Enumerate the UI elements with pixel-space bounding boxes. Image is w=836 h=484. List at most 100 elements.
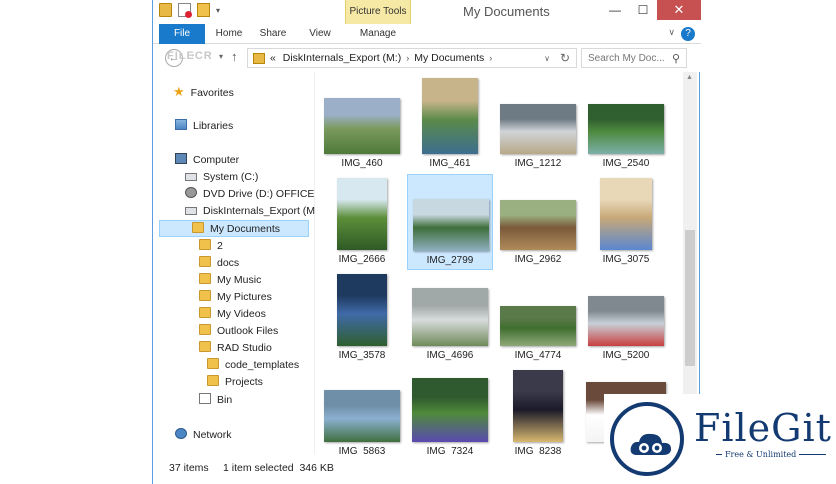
selection-info: 1 item selected 346 KB: [223, 462, 334, 474]
help-button[interactable]: ?: [681, 27, 695, 41]
nav-item-system-c[interactable]: System (C:): [185, 169, 258, 186]
nav-item-my-pictures[interactable]: My Pictures: [199, 289, 272, 306]
folder-icon: [253, 53, 265, 64]
file-item[interactable]: IMG_2540: [583, 78, 669, 174]
breadcrumb-item[interactable]: My Documents: [414, 52, 484, 64]
tab-manage[interactable]: Manage: [349, 24, 407, 44]
file-item[interactable]: IMG_3578: [319, 270, 405, 366]
nav-item-rad-studio[interactable]: RAD Studio: [199, 340, 272, 357]
nav-item-projects[interactable]: Projects: [207, 374, 263, 391]
search-icon[interactable]: ⚲: [672, 52, 680, 65]
file-item[interactable]: IMG_1212: [495, 78, 581, 174]
customize-dropdown-icon[interactable]: ▾: [216, 6, 220, 15]
file-item[interactable]: IMG_3075: [583, 174, 669, 270]
navigation-pane: ★ Favorites Libraries Computer System (C:…: [153, 72, 326, 454]
maximize-button[interactable]: ☐: [629, 0, 657, 20]
nav-item-code-templates[interactable]: code_templates: [207, 357, 299, 374]
network-icon: [175, 428, 187, 439]
file-item[interactable]: IMG_7324: [407, 366, 493, 454]
close-button[interactable]: ✕: [657, 0, 701, 20]
file-name: IMG_3075: [602, 254, 650, 265]
image-thumbnail: [500, 104, 576, 154]
window-title: My Documents: [463, 4, 550, 19]
file-name: IMG_5863: [338, 446, 386, 454]
breadcrumb-item[interactable]: DiskInternals_Export (M:): [283, 52, 401, 64]
cloud-icon: [630, 433, 671, 455]
image-thumbnail: [412, 378, 488, 442]
file-item[interactable]: IMG_5863: [319, 366, 405, 454]
watermark-text: FILECR: [167, 50, 213, 62]
properties-icon[interactable]: [178, 3, 192, 18]
address-dropdown-icon[interactable]: ∨: [544, 54, 550, 63]
refresh-icon[interactable]: ↻: [560, 51, 570, 65]
scroll-up-icon[interactable]: ▲: [686, 74, 693, 81]
file-item[interactable]: IMG_2799: [407, 174, 493, 270]
scroll-thumb[interactable]: [685, 230, 695, 366]
folder-icon: [207, 358, 219, 369]
computer-icon: [175, 153, 187, 164]
nav-item-my-music[interactable]: My Music: [199, 272, 261, 289]
nav-item-libraries[interactable]: Libraries: [175, 118, 233, 135]
folder-icon: [199, 307, 211, 318]
new-folder-icon[interactable]: [197, 3, 210, 17]
tab-home[interactable]: Home: [211, 24, 247, 44]
drive-icon: [185, 207, 197, 215]
recent-locations-dropdown-icon[interactable]: ▾: [219, 52, 223, 61]
nav-item-dvd-drive[interactable]: DVD Drive (D:) OFFICE14: [185, 186, 326, 203]
nav-item-outlook-files[interactable]: Outlook Files: [199, 323, 278, 340]
nav-item-folder-2[interactable]: 2: [199, 238, 223, 255]
image-thumbnail: [600, 178, 652, 250]
file-name: IMG_2540: [602, 158, 650, 169]
drive-icon: [185, 173, 197, 181]
file-name: IMG_2666: [338, 254, 386, 265]
image-thumbnail: [422, 78, 478, 154]
folder-icon: [199, 341, 211, 352]
filegit-tagline: Free & Unlimited: [722, 450, 800, 459]
file-item[interactable]: IMG_4696: [407, 270, 493, 366]
up-button[interactable]: ↑: [231, 49, 238, 64]
file-item[interactable]: IMG_460: [319, 78, 405, 174]
chevron-right-icon[interactable]: ›: [489, 53, 492, 63]
nav-item-bin[interactable]: Bin: [199, 392, 232, 409]
filegit-logo: [610, 402, 684, 476]
tab-file[interactable]: File: [159, 24, 205, 44]
title-bar: ▾ Picture Tools My Documents — ☐ ✕: [153, 0, 701, 24]
file-item[interactable]: IMG_4774: [495, 270, 581, 366]
nav-item-diskinternals[interactable]: DiskInternals_Export (M:): [185, 203, 321, 220]
nav-item-network[interactable]: Network: [175, 427, 232, 444]
file-item[interactable]: IMG_461: [407, 78, 493, 174]
file-name: IMG_3578: [338, 350, 386, 361]
nav-item-favorites[interactable]: ★ Favorites: [173, 83, 234, 100]
filegit-watermark: FileGit Free & Unlimited: [604, 394, 836, 484]
image-thumbnail: [513, 370, 563, 442]
file-name: IMG_461: [429, 158, 471, 169]
star-icon: ★: [173, 84, 185, 99]
navigation-bar: ← → ▾ ↑ « DiskInternals_Export (M:) › My D…: [153, 44, 701, 72]
folder-icon[interactable]: [159, 3, 172, 17]
nav-item-computer[interactable]: Computer: [175, 152, 239, 169]
minimize-button[interactable]: —: [601, 0, 629, 20]
item-count: 37 items: [169, 462, 209, 474]
breadcrumb-overflow[interactable]: «: [270, 52, 276, 64]
window-controls: — ☐ ✕: [601, 0, 701, 20]
tab-view[interactable]: View: [303, 24, 337, 44]
picture-tools-context-tab: Picture Tools: [345, 0, 411, 24]
chevron-right-icon[interactable]: ›: [406, 53, 409, 63]
search-input[interactable]: Search My Doc... ⚲: [581, 48, 687, 68]
file-item[interactable]: IMG_5200: [583, 270, 669, 366]
folder-icon: [192, 222, 204, 233]
dvd-icon: [185, 187, 197, 198]
library-icon: [175, 119, 187, 130]
address-bar[interactable]: « DiskInternals_Export (M:) › My Documents…: [247, 48, 577, 68]
folder-icon: [199, 290, 211, 301]
file-name: IMG_1212: [514, 158, 562, 169]
chevron-down-icon[interactable]: ∨: [668, 27, 675, 38]
nav-item-my-videos[interactable]: My Videos: [199, 306, 266, 323]
nav-item-my-documents[interactable]: My Documents: [159, 220, 309, 237]
file-name: IMG_460: [341, 158, 383, 169]
file-item[interactable]: IMG_8238: [495, 366, 581, 454]
file-item[interactable]: IMG_2666: [319, 174, 405, 270]
tab-share[interactable]: Share: [255, 24, 291, 44]
nav-item-docs[interactable]: docs: [199, 255, 239, 272]
file-item[interactable]: IMG_2962: [495, 174, 581, 270]
